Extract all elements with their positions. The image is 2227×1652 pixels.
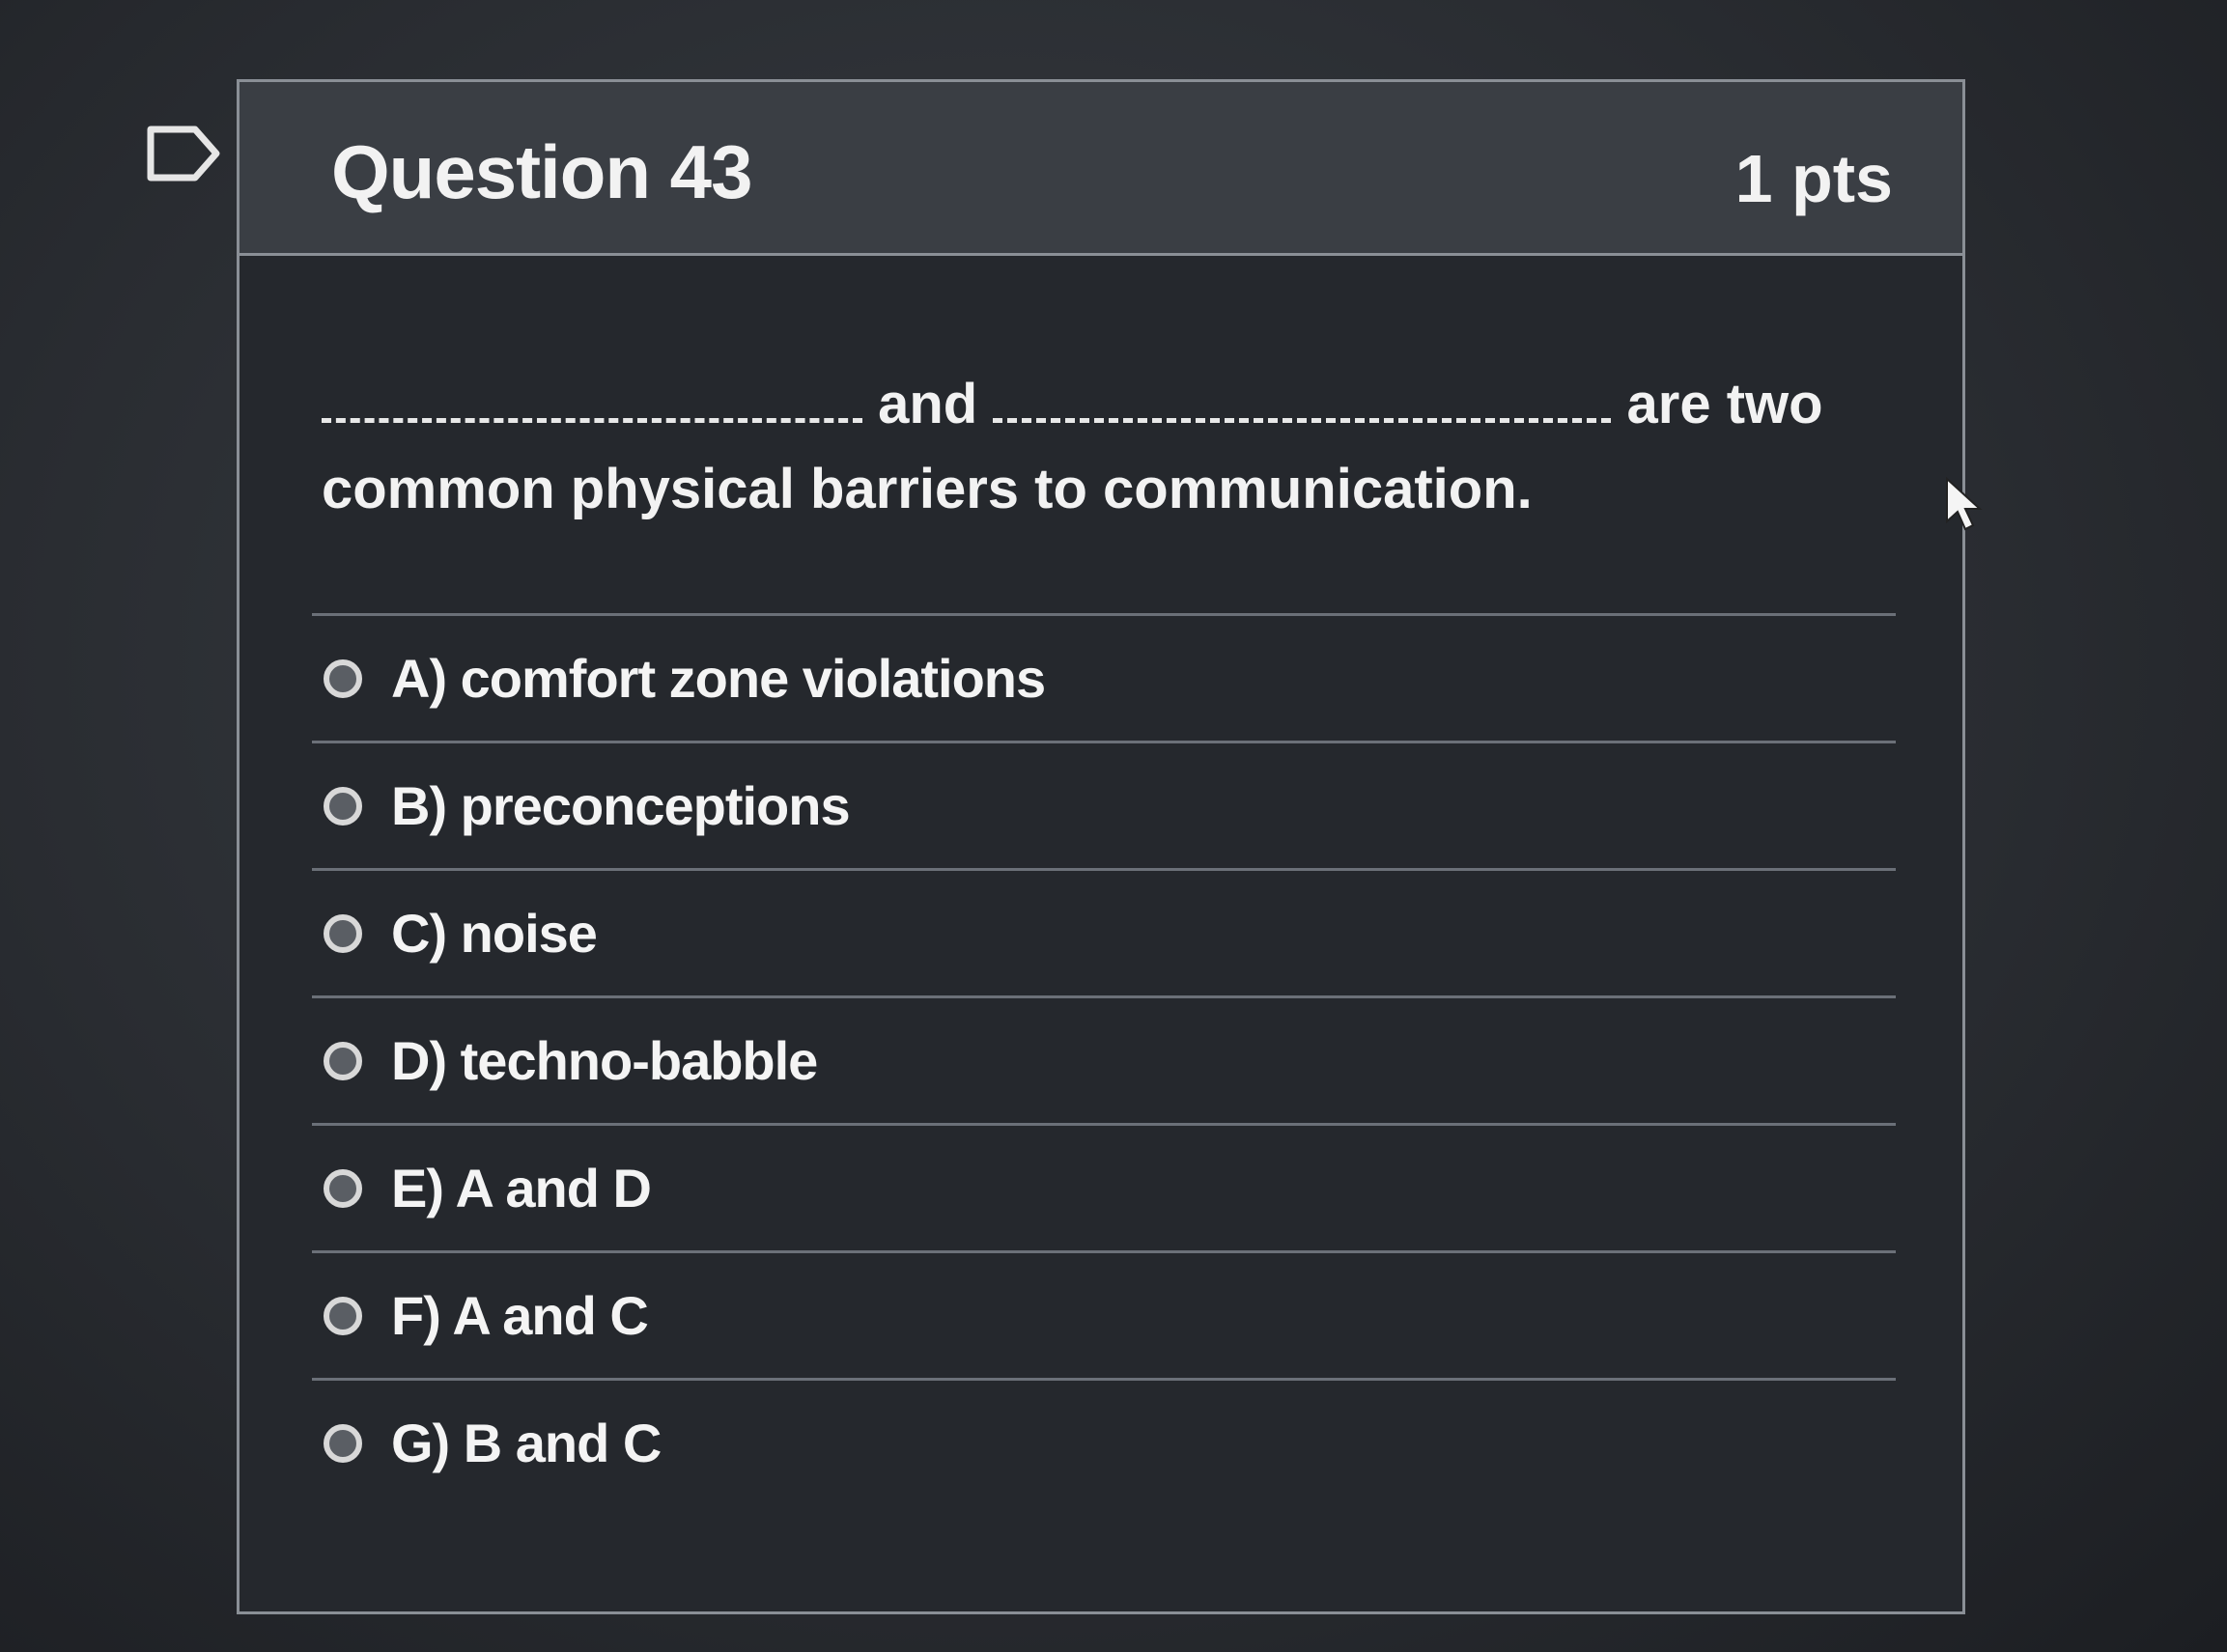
- answer-list: A) comfort zone violations B) preconcept…: [312, 613, 1896, 1505]
- answer-label: E) A and D: [391, 1158, 652, 1218]
- answer-option-g[interactable]: G) B and C: [312, 1378, 1896, 1505]
- radio-button[interactable]: [324, 1423, 362, 1463]
- radio-button[interactable]: [324, 658, 362, 698]
- answer-label: F) A and C: [391, 1285, 649, 1346]
- question-card: Question 43 1 pts and are two common phy…: [237, 79, 1965, 1614]
- radio-button[interactable]: [324, 1168, 362, 1208]
- answer-option-e[interactable]: E) A and D: [312, 1123, 1896, 1250]
- answer-option-f[interactable]: F) A and C: [312, 1250, 1896, 1378]
- fill-blank-1: [322, 379, 862, 423]
- question-title: Question 43: [331, 129, 752, 214]
- question-text-line2: common physical barriers to communicatio…: [322, 458, 1533, 520]
- question-header: Question 43 1 pts: [240, 82, 1962, 256]
- radio-button[interactable]: [324, 1041, 362, 1080]
- answer-label: B) preconceptions: [391, 775, 851, 836]
- answer-label: C) noise: [391, 903, 598, 964]
- radio-button[interactable]: [324, 913, 362, 953]
- question-text-mid: and: [878, 373, 978, 435]
- answer-label: A) comfort zone violations: [391, 648, 1046, 709]
- radio-button[interactable]: [324, 786, 362, 826]
- fill-blank-2: [993, 379, 1612, 423]
- radio-button[interactable]: [324, 1296, 362, 1335]
- screen-background: Question 43 1 pts and are two common phy…: [0, 0, 2227, 1652]
- mouse-pointer-icon: [1946, 477, 1983, 531]
- answer-option-b[interactable]: B) preconceptions: [312, 741, 1896, 868]
- question-text: and are two common physical barriers to …: [322, 362, 1867, 532]
- answer-option-c[interactable]: C) noise: [312, 868, 1896, 995]
- question-points: 1 pts: [1734, 141, 1893, 216]
- answer-label: D) techno-babble: [391, 1030, 818, 1091]
- question-text-end: are two: [1626, 373, 1823, 435]
- flag-question-icon[interactable]: [145, 124, 222, 183]
- answer-option-a[interactable]: A) comfort zone violations: [312, 613, 1896, 741]
- answer-option-d[interactable]: D) techno-babble: [312, 995, 1896, 1123]
- answer-label: G) B and C: [391, 1413, 662, 1473]
